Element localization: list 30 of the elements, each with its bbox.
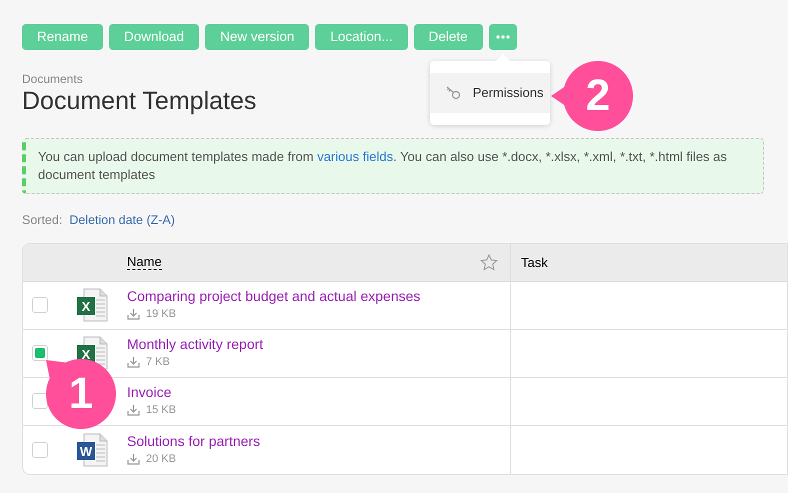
star-icon[interactable] [480, 254, 498, 271]
callout-badge: 1 [44, 358, 118, 430]
notice-text: You can upload document templates made from various fields. You can also use *.docx, *.xlsx, *.xml, *.txt, *.html files as document templates [38, 148, 728, 184]
column-header[interactable]: Name [127, 254, 162, 270]
file-name-link[interactable]: Solutions for partners [127, 432, 510, 450]
file-size: 19 KB [146, 307, 176, 322]
file-size: 20 KB [146, 452, 176, 466]
menu-item-label: Permissions [472, 84, 544, 102]
file-name-link[interactable]: Monthly activity report [127, 336, 510, 353]
row-checkbox[interactable] [32, 297, 48, 314]
download-icon [127, 404, 140, 416]
page-title: Document Templates [22, 86, 256, 116]
row-checkbox[interactable] [32, 442, 48, 458]
download-icon [127, 356, 140, 368]
file-name-link[interactable]: Comparing project budget and actual expenses [127, 288, 510, 305]
file-size: 15 KB [146, 403, 176, 418]
sort-link[interactable]: Deletion date (Z-A) [69, 211, 175, 230]
menu-item[interactable]: Permissions [430, 73, 550, 113]
various-fields-link[interactable]: various fields [317, 149, 394, 164]
download-icon [127, 308, 140, 320]
column-header[interactable]: Task [521, 252, 548, 272]
key-icon [444, 86, 461, 100]
file-size: 7 KB [146, 355, 170, 370]
row-checkbox[interactable] [32, 393, 48, 410]
sort-label: Sorted: [22, 212, 62, 229]
row-checkbox[interactable] [32, 345, 48, 362]
download-icon [127, 452, 140, 465]
more-button[interactable] [488, 24, 517, 50]
file-name-link[interactable]: Invoice [127, 384, 510, 401]
more-icon [496, 35, 510, 39]
